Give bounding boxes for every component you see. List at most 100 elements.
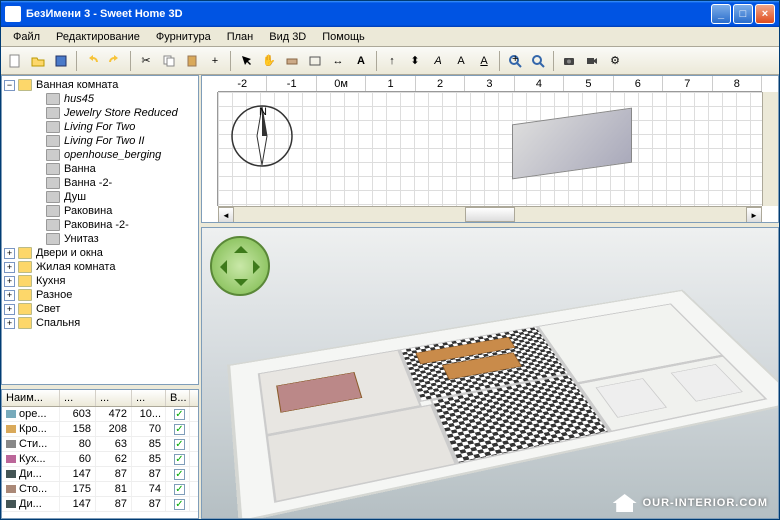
text2-icon[interactable]: A	[427, 50, 449, 72]
tree-category[interactable]: +Двери и окна	[4, 246, 196, 260]
visibility-checkbox[interactable]: ✓	[174, 454, 185, 465]
nav-up-icon[interactable]	[234, 239, 248, 253]
col-v[interactable]: В...	[166, 390, 190, 406]
menu-plan[interactable]: План	[219, 29, 262, 45]
tree-item[interactable]: Душ	[4, 190, 196, 204]
text4-icon[interactable]: A	[473, 50, 495, 72]
text-icon[interactable]: A	[350, 50, 372, 72]
add-furniture-icon[interactable]: +	[204, 50, 226, 72]
table-row[interactable]: Ди...1478787✓	[2, 497, 198, 512]
pan-icon[interactable]: ✋	[258, 50, 280, 72]
compass-icon[interactable]: N	[227, 101, 297, 171]
expand-icon[interactable]: +	[4, 248, 15, 259]
tree-root-label: Ванная комната	[36, 79, 118, 91]
tree-item[interactable]: Ванна	[4, 162, 196, 176]
furniture-table[interactable]: Наим... ... ... ... В... оре...60347210.…	[1, 389, 199, 519]
maximize-button[interactable]: □	[733, 4, 753, 24]
table-row[interactable]: Сти...806385✓	[2, 437, 198, 452]
wall-icon[interactable]	[281, 50, 303, 72]
video-icon[interactable]	[581, 50, 603, 72]
select-icon[interactable]	[235, 50, 257, 72]
tree-item[interactable]: Ванна -2-	[4, 176, 196, 190]
copy-icon[interactable]	[158, 50, 180, 72]
col-w[interactable]: ...	[60, 390, 96, 406]
undo-icon[interactable]	[81, 50, 103, 72]
table-header[interactable]: Наим... ... ... ... В...	[2, 390, 198, 407]
plan-grid[interactable]	[218, 92, 762, 206]
table-row[interactable]: Кро...15820870✓	[2, 422, 198, 437]
cut-icon[interactable]: ✂	[135, 50, 157, 72]
tree-item[interactable]: Раковина -2-	[4, 218, 196, 232]
table-row[interactable]: Сто...1758174✓	[2, 482, 198, 497]
table-row[interactable]: оре...60347210...✓	[2, 407, 198, 422]
text3-icon[interactable]: A	[450, 50, 472, 72]
dimension-icon[interactable]: ↔	[327, 50, 349, 72]
col-h[interactable]: ...	[132, 390, 166, 406]
titlebar[interactable]: БезИмени 3 - Sweet Home 3D _ □ ×	[1, 1, 779, 27]
tree-item[interactable]: Jewelry Store Reduced	[4, 106, 196, 120]
nav-down-icon[interactable]	[234, 279, 248, 293]
row-icon	[6, 500, 16, 508]
tree-item[interactable]: Living For Two II	[4, 134, 196, 148]
paste-icon[interactable]	[181, 50, 203, 72]
save-icon[interactable]	[50, 50, 72, 72]
expand-icon[interactable]: +	[4, 276, 15, 287]
scroll-thumb-h[interactable]	[465, 207, 515, 222]
new-icon[interactable]	[4, 50, 26, 72]
tree-category[interactable]: +Разное	[4, 288, 196, 302]
expand-icon[interactable]: +	[4, 304, 15, 315]
open-icon[interactable]	[27, 50, 49, 72]
tree-item[interactable]: hus45	[4, 92, 196, 106]
camera-icon[interactable]	[558, 50, 580, 72]
visibility-checkbox[interactable]: ✓	[174, 424, 185, 435]
nav-right-icon[interactable]	[253, 260, 267, 274]
table-row[interactable]: Кух...606285✓	[2, 452, 198, 467]
menu-view3d[interactable]: Вид 3D	[261, 29, 314, 45]
visibility-checkbox[interactable]: ✓	[174, 484, 185, 495]
expand-icon[interactable]: +	[4, 318, 15, 329]
expand-icon[interactable]: +	[4, 262, 15, 273]
table-row[interactable]: Ди...1478787✓	[2, 467, 198, 482]
col-d[interactable]: ...	[96, 390, 132, 406]
col-name[interactable]: Наим...	[2, 390, 60, 406]
room-icon[interactable]	[304, 50, 326, 72]
compass-icon[interactable]: ↑	[381, 50, 403, 72]
catalog-tree[interactable]: − Ванная комната hus45Jewelry Store Redu…	[1, 75, 199, 385]
menu-file[interactable]: Файл	[5, 29, 48, 45]
visibility-checkbox[interactable]: ✓	[174, 409, 185, 420]
zoom-in-icon[interactable]: +	[504, 50, 526, 72]
tree-item[interactable]: openhouse_berging	[4, 148, 196, 162]
menu-edit[interactable]: Редактирование	[48, 29, 148, 45]
tree-category[interactable]: +Кухня	[4, 274, 196, 288]
nav-control[interactable]	[210, 236, 270, 296]
prefs-icon[interactable]: ⚙	[604, 50, 626, 72]
visibility-checkbox[interactable]: ✓	[174, 469, 185, 480]
close-button[interactable]: ×	[755, 4, 775, 24]
visibility-checkbox[interactable]: ✓	[174, 439, 185, 450]
tree-root[interactable]: − Ванная комната	[4, 78, 196, 92]
minimize-button[interactable]: _	[711, 4, 731, 24]
ruler-tick: 8	[713, 76, 762, 91]
scroll-right-icon[interactable]: ►	[746, 207, 762, 223]
tree-item[interactable]: Унитаз	[4, 232, 196, 246]
nav-left-icon[interactable]	[213, 260, 227, 274]
expand-icon[interactable]: +	[4, 290, 15, 301]
level-icon[interactable]: ⬍	[404, 50, 426, 72]
scroll-left-icon[interactable]: ◄	[218, 207, 234, 223]
scrollbar-h[interactable]: ◄ ►	[218, 206, 762, 222]
menu-help[interactable]: Помощь	[314, 29, 373, 45]
tree-category[interactable]: +Свет	[4, 302, 196, 316]
plan-view[interactable]: -2-10м12345678 N ◄ ►	[201, 75, 779, 223]
view-3d[interactable]: OUR-INTERIOR.COM	[201, 227, 779, 519]
zoom-out-icon[interactable]	[527, 50, 549, 72]
collapse-icon[interactable]: −	[4, 80, 15, 91]
tree-item[interactable]: Living For Two	[4, 120, 196, 134]
row-h: 87	[132, 497, 166, 511]
tree-item[interactable]: Раковина	[4, 204, 196, 218]
tree-category[interactable]: +Жилая комната	[4, 260, 196, 274]
scrollbar-v[interactable]	[762, 92, 778, 206]
visibility-checkbox[interactable]: ✓	[174, 499, 185, 510]
redo-icon[interactable]	[104, 50, 126, 72]
tree-category[interactable]: +Спальня	[4, 316, 196, 330]
menu-furniture[interactable]: Фурнитура	[148, 29, 219, 45]
